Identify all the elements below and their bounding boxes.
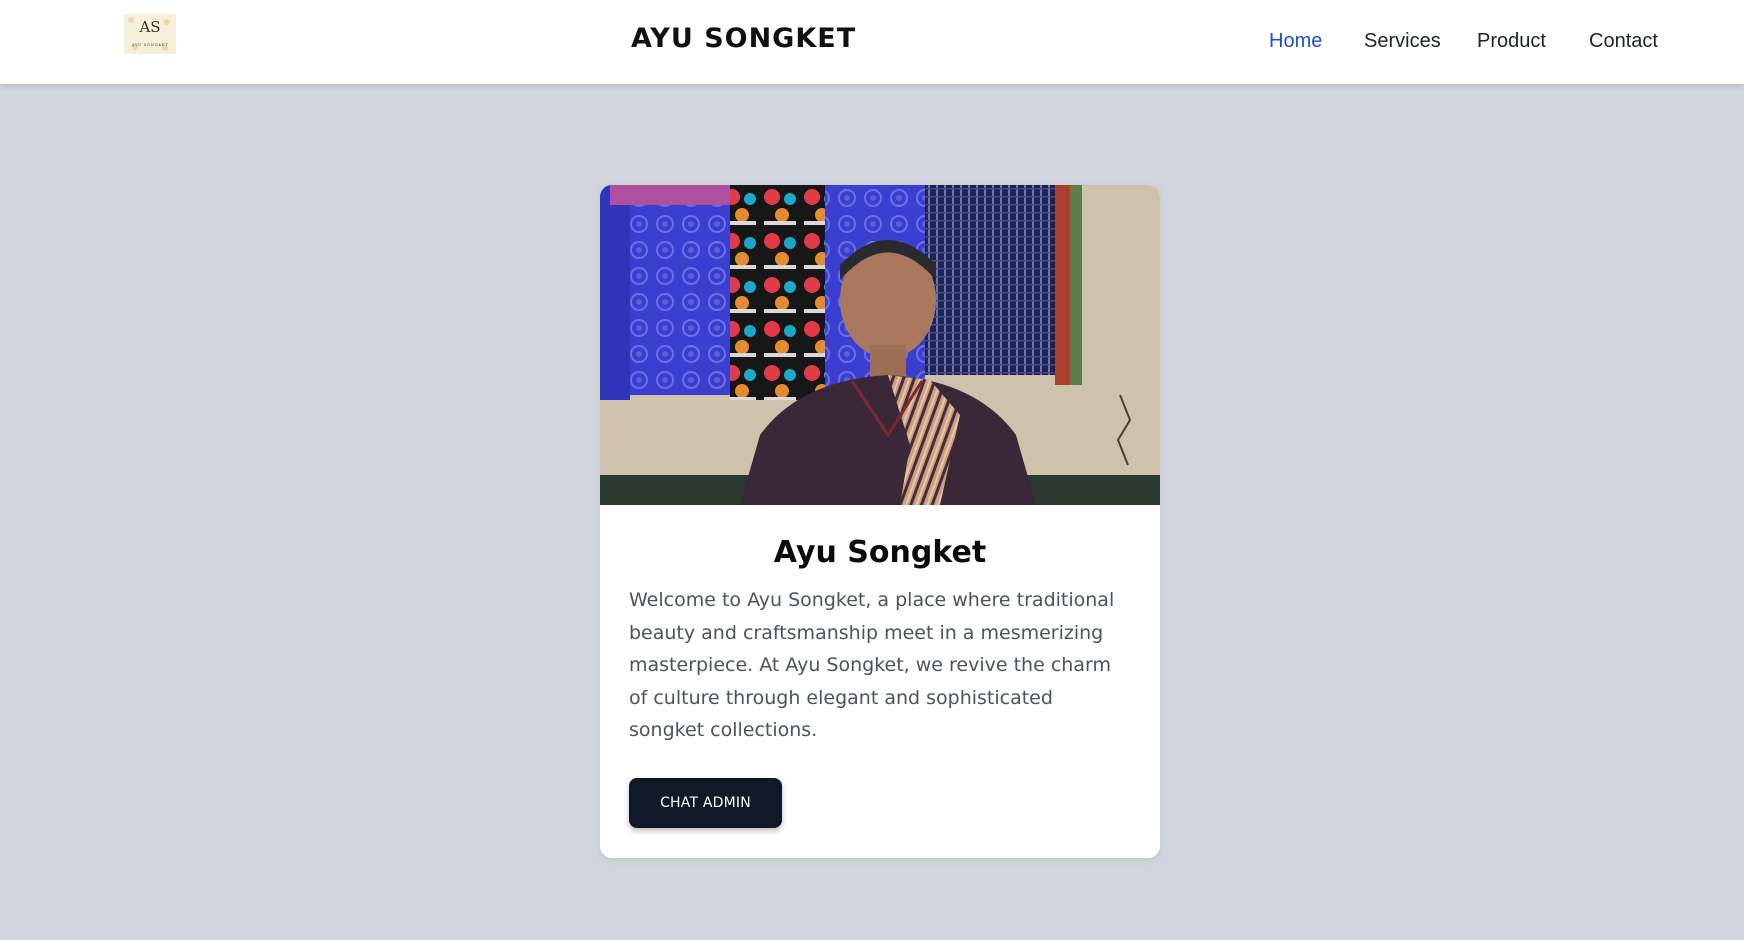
brand-logo[interactable]: AS AYU SONGKET xyxy=(124,14,176,54)
card-description: Welcome to Ayu Songket, a place where tr… xyxy=(629,589,1115,741)
nav-home[interactable]: Home xyxy=(1269,26,1322,56)
nav-product[interactable]: Product xyxy=(1477,26,1546,56)
navbar: AS AYU SONGKET AYU SONGKET Home Services… xyxy=(0,0,1744,84)
profile-card: Ayu Songket Welcome to Ayu Songket, a pl… xyxy=(600,185,1160,858)
chat-admin-button[interactable]: CHAT ADMIN xyxy=(629,778,782,828)
logo-small-text: AYU SONGKET xyxy=(131,42,169,47)
nav-services[interactable]: Services xyxy=(1364,26,1441,56)
nav-contact[interactable]: Contact xyxy=(1589,26,1658,56)
card-photo xyxy=(600,185,1160,505)
card-title: Ayu Songket xyxy=(773,535,987,570)
logo-monogram: AS xyxy=(139,18,161,36)
brand-title: AYU SONGKET xyxy=(631,23,857,54)
